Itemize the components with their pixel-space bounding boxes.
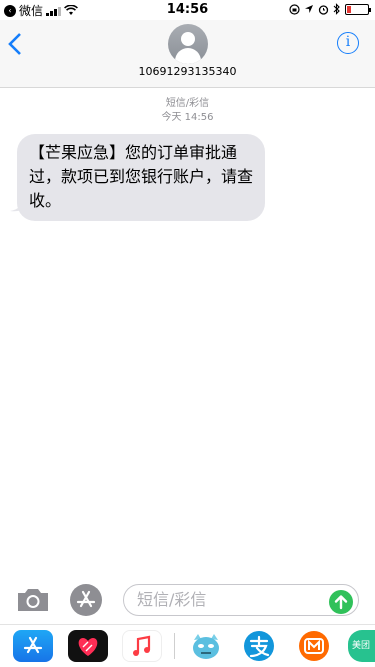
alipay-icon[interactable] — [239, 630, 279, 662]
send-button[interactable] — [329, 590, 353, 614]
app-store-icon[interactable] — [13, 630, 53, 662]
app-drawer: 美团 — [0, 624, 375, 667]
contact-number[interactable]: 10691293135340 — [0, 65, 375, 78]
appstore-icon[interactable] — [70, 584, 102, 616]
bluetooth-icon — [333, 3, 340, 15]
music-icon[interactable] — [122, 630, 162, 662]
battery-icon — [345, 3, 371, 15]
composer-bar: 短信/彩信 — [0, 580, 375, 624]
meituan-label: 美团 — [352, 641, 371, 651]
service-label: 短信/彩信 — [165, 98, 210, 109]
camera-icon[interactable] — [16, 587, 50, 613]
message-input[interactable]: 短信/彩信 — [123, 584, 359, 616]
thread-timestamp: 今天 14:56 — [161, 112, 214, 123]
drawer-divider — [174, 633, 175, 659]
appstore-glyph — [76, 590, 96, 608]
alarm-icon — [318, 4, 329, 15]
status-right — [289, 3, 371, 15]
arrow-up-icon — [334, 595, 348, 610]
location-icon — [305, 5, 313, 13]
thread-meta: 短信/彩信 今天 14:56 — [0, 97, 375, 125]
incoming-message-bubble[interactable]: 【芒果应急】您的订单审批通过，款项已到您银行账户，请查收。 — [17, 134, 265, 221]
conversation-header: 10691293135340 i — [0, 20, 375, 88]
contact-avatar[interactable] — [168, 24, 208, 64]
meituan-icon[interactable]: 美团 — [348, 630, 375, 662]
info-button[interactable]: i — [337, 32, 359, 54]
info-icon: i — [345, 34, 351, 50]
heart-digital-touch-icon[interactable] — [68, 630, 108, 662]
avatar-body-shape — [175, 48, 201, 64]
rotation-lock-icon — [289, 3, 300, 15]
mango-tv-icon[interactable] — [294, 630, 334, 662]
monster-sticker-icon[interactable] — [186, 630, 226, 662]
back-button[interactable] — [8, 32, 30, 58]
chevron-left-icon — [8, 33, 21, 55]
status-bar: ‹ 微信 14:56 — [0, 0, 375, 20]
avatar-head-shape — [181, 32, 195, 46]
